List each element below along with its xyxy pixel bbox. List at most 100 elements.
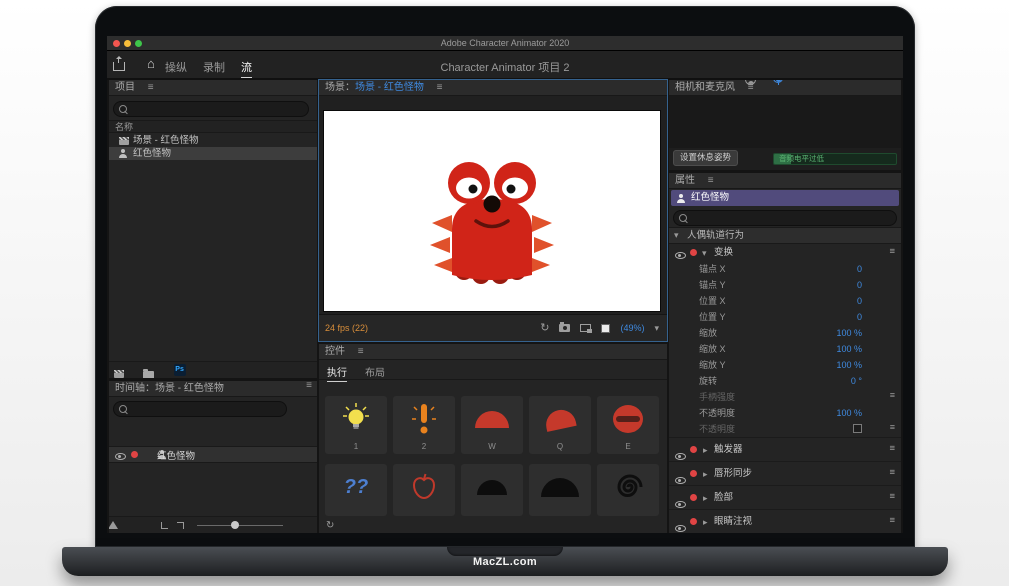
property-menu-icon[interactable] bbox=[890, 391, 895, 400]
zoom-level[interactable]: (49%) bbox=[620, 323, 644, 333]
photoshop-icon[interactable] bbox=[174, 364, 186, 376]
record-arm-dot[interactable] bbox=[690, 518, 697, 525]
scene-panel: 场景：场景 - 红色怪物 bbox=[319, 80, 667, 341]
timeline-search-input[interactable] bbox=[113, 401, 287, 417]
refresh-controls-icon[interactable] bbox=[326, 521, 334, 531]
record-arm-dot[interactable] bbox=[690, 494, 697, 501]
property-value[interactable]: 0 bbox=[857, 261, 862, 277]
set-rest-pose-button[interactable]: 设置休息姿势 bbox=[673, 150, 738, 166]
panel-menu-icon[interactable] bbox=[148, 83, 154, 93]
scene-icon bbox=[119, 137, 129, 145]
record-arm-dot[interactable] bbox=[690, 249, 697, 256]
trigger-cell-mouth-e[interactable]: E bbox=[597, 396, 659, 454]
tab-layout[interactable]: 布局 bbox=[365, 364, 385, 379]
panel-menu-icon[interactable] bbox=[306, 381, 312, 391]
property-label: 缩放 Y bbox=[699, 357, 726, 373]
behavior-row-face[interactable]: 脸部 bbox=[669, 485, 901, 510]
property-label: 锚点 X bbox=[699, 261, 726, 277]
new-folder-icon[interactable] bbox=[143, 371, 154, 378]
chevron-right-icon[interactable] bbox=[703, 470, 708, 479]
chevron-down-icon[interactable] bbox=[654, 324, 659, 333]
track-label: 红色怪物 bbox=[157, 448, 195, 462]
chevron-right-icon[interactable] bbox=[703, 518, 708, 527]
background-color-chip[interactable] bbox=[601, 324, 610, 333]
behavior-menu-icon[interactable] bbox=[889, 468, 895, 478]
property-value[interactable]: 100 % bbox=[836, 325, 862, 341]
camera-panel-title: 相机和麦克风 bbox=[675, 82, 735, 93]
behavior-row-eye-gaze[interactable]: 眼睛注视 bbox=[669, 509, 901, 533]
zoom-mountains-icon[interactable] bbox=[109, 521, 119, 529]
trigger-cell-mouth-w[interactable]: W bbox=[461, 396, 523, 454]
trigger-cell-apple[interactable] bbox=[393, 464, 455, 516]
behavior-row-triggers[interactable]: 触发器 bbox=[669, 437, 901, 462]
record-arm-dot[interactable] bbox=[690, 446, 697, 453]
trigger-cell-lightbulb[interactable]: 1 bbox=[325, 396, 387, 454]
eye-visibility-icon[interactable] bbox=[675, 453, 686, 460]
app-toolbar: 操纵 录制 流 Character Animator 项目 2 bbox=[107, 51, 903, 80]
property-value[interactable]: 0 bbox=[857, 293, 862, 309]
trigger-cell-question-marks[interactable] bbox=[325, 464, 387, 516]
snapshot-camera-icon[interactable] bbox=[559, 324, 570, 332]
share-export-icon[interactable] bbox=[113, 62, 125, 71]
opacity-checkbox[interactable] bbox=[853, 424, 862, 433]
lightbulb-icon bbox=[325, 399, 387, 439]
behavior-menu-icon[interactable] bbox=[889, 516, 895, 526]
behavior-menu-icon[interactable] bbox=[889, 492, 895, 502]
trigger-cell-exclamation[interactable]: 2 bbox=[393, 396, 455, 454]
project-item-puppet[interactable]: 红色怪物 bbox=[109, 147, 317, 160]
properties-search-input[interactable] bbox=[673, 210, 897, 226]
trigger-cell-black-dome[interactable] bbox=[461, 464, 523, 516]
property-value[interactable]: 100 % bbox=[836, 341, 862, 357]
eye-visibility-icon[interactable] bbox=[115, 453, 126, 460]
project-item-label: 场景 - 红色怪物 bbox=[133, 134, 198, 147]
eye-visibility-icon[interactable] bbox=[675, 477, 686, 484]
new-scene-icon[interactable] bbox=[114, 370, 124, 378]
record-arm-dot[interactable] bbox=[131, 451, 138, 458]
fps-readout: 24 fps (22) bbox=[325, 323, 368, 333]
eye-visibility-icon[interactable] bbox=[675, 501, 686, 508]
panel-menu-icon[interactable] bbox=[708, 176, 714, 186]
transform-behavior-row[interactable]: 变换 bbox=[669, 245, 901, 261]
refresh-icon[interactable] bbox=[540, 323, 549, 334]
trigger-cell-black-dome-large[interactable] bbox=[529, 464, 591, 516]
behavior-row-lip-sync[interactable]: 唇形同步 bbox=[669, 461, 901, 486]
behavior-group-header[interactable]: 人偶轨道行为 bbox=[669, 227, 901, 244]
scene-canvas[interactable] bbox=[323, 110, 661, 312]
chevron-down-icon[interactable] bbox=[702, 249, 707, 258]
chevron-right-icon[interactable] bbox=[703, 494, 708, 503]
behavior-menu-icon[interactable] bbox=[889, 247, 895, 257]
property-menu-icon[interactable] bbox=[890, 423, 895, 432]
record-arm-dot[interactable] bbox=[690, 470, 697, 477]
eye-visibility-icon[interactable] bbox=[675, 525, 686, 532]
microphone-icon[interactable] bbox=[776, 80, 781, 82]
property-value[interactable]: 0 bbox=[857, 309, 862, 325]
expand-icon[interactable] bbox=[161, 522, 168, 529]
trigger-key-label: Q bbox=[529, 442, 591, 451]
selected-puppet-row[interactable]: 红色怪物 bbox=[671, 190, 899, 206]
panel-menu-icon[interactable] bbox=[437, 83, 443, 93]
search-icon bbox=[679, 214, 687, 222]
behavior-menu-icon[interactable] bbox=[889, 444, 895, 454]
project-item-scene[interactable]: 场景 - 红色怪物 bbox=[109, 134, 317, 147]
add-to-scene-icon[interactable] bbox=[580, 324, 591, 332]
laptop-base: MacZL.com bbox=[62, 547, 948, 576]
property-row-position-x: 位置 X 0 bbox=[669, 293, 901, 309]
property-value[interactable]: 0 bbox=[857, 277, 862, 293]
property-value[interactable]: 100 % bbox=[836, 405, 862, 421]
collapse-icon[interactable] bbox=[177, 522, 184, 529]
tab-perform[interactable]: 执行 bbox=[327, 364, 347, 382]
eye-visibility-icon[interactable] bbox=[675, 252, 686, 259]
property-value[interactable]: 0 ° bbox=[851, 373, 862, 389]
project-search-input[interactable] bbox=[113, 101, 309, 117]
panel-menu-icon[interactable] bbox=[358, 347, 364, 357]
chevron-down-icon[interactable] bbox=[674, 231, 679, 240]
scene-panel-header: 场景：场景 - 红色怪物 bbox=[319, 80, 667, 96]
controls-panel-title: 控件 bbox=[325, 346, 345, 357]
black-dome-icon bbox=[477, 480, 507, 495]
timeline-track-row[interactable]: 红色怪物 bbox=[109, 446, 317, 463]
zoom-slider-knob[interactable] bbox=[231, 521, 239, 529]
trigger-cell-mouth-q[interactable]: Q bbox=[529, 396, 591, 454]
property-value[interactable]: 100 % bbox=[836, 357, 862, 373]
chevron-right-icon[interactable] bbox=[703, 446, 708, 455]
trigger-cell-spiral[interactable] bbox=[597, 464, 659, 516]
